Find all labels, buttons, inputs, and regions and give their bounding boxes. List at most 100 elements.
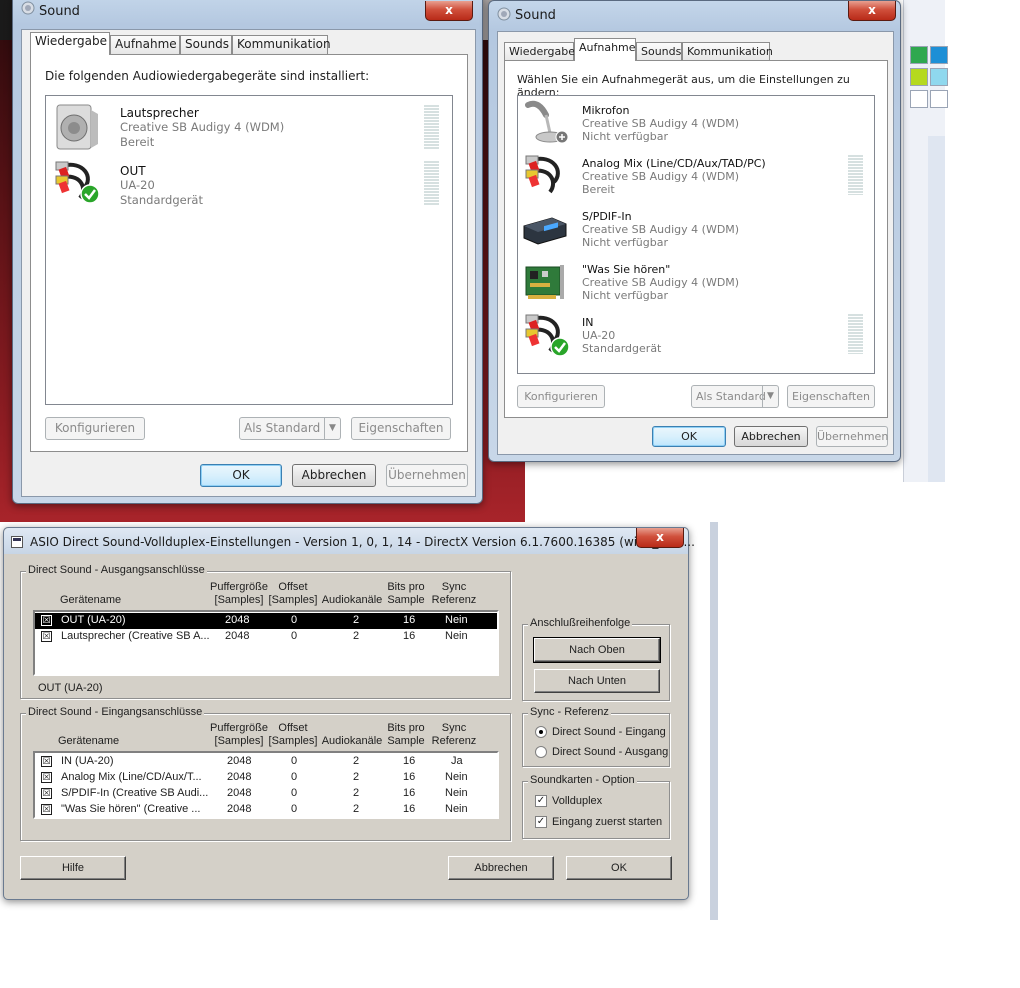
list-item[interactable]: OUT UA-20 Standardgerät [46, 156, 452, 212]
list-item[interactable]: Analog Mix (Line/CD/Aux/TAD/PC) Creative… [518, 149, 874, 202]
tab-aufnahme[interactable]: Aufnahme [574, 38, 636, 61]
dialog-client: Wiedergabe Aufnahme Sounds Kommunikation… [21, 29, 476, 497]
column-header-sync: Sync Referenz [431, 581, 477, 606]
tab-aufnahme[interactable]: Aufnahme [110, 35, 180, 54]
instruction-text: Die folgenden Audiowiedergabegeräte sind… [45, 69, 370, 83]
port-checkbox[interactable]: ☒ [41, 788, 52, 799]
asio-settings-window: ASIO Direct Sound-Vollduplex-Einstellung… [3, 527, 695, 900]
chevron-down-icon[interactable]: ▼ [324, 418, 340, 439]
chevron-down-icon[interactable]: ▼ [762, 386, 778, 407]
table-row[interactable]: ☒ "Was Sie hören" (Creative ... 2048 0 2… [35, 802, 497, 818]
properties-button[interactable]: Eigenschaften [787, 385, 875, 408]
port-channels: 2 [353, 614, 360, 626]
port-offset: 0 [291, 803, 298, 815]
level-meter [424, 105, 439, 150]
device-status: Bereit [120, 135, 155, 149]
port-checkbox[interactable]: ☒ [41, 804, 52, 815]
tab-sounds[interactable]: Sounds [180, 35, 232, 54]
close-icon: x [868, 3, 876, 17]
color-swatch [910, 46, 928, 64]
device-status: Nicht verfügbar [582, 130, 668, 143]
port-checkbox[interactable]: ☒ [41, 631, 52, 642]
list-item[interactable]: "Was Sie hören" Creative SB Audigy 4 (WD… [518, 255, 874, 308]
level-meter [848, 155, 863, 195]
move-down-button[interactable]: Nach Unten [534, 669, 660, 693]
port-buffer: 2048 [225, 630, 250, 642]
list-item[interactable]: S/PDIF-In Creative SB Audigy 4 (WDM) Nic… [518, 202, 874, 255]
background-app-strip [928, 136, 945, 482]
table-row[interactable]: ☒ OUT (UA-20) 2048 0 2 16 Nein [35, 613, 497, 629]
set-default-button[interactable]: Als Standard ▼ [691, 385, 779, 408]
column-header-buffer: Puffergröße [Samples] [210, 581, 268, 606]
tab-kommunikation[interactable]: Kommunikation [232, 35, 331, 54]
port-checkbox[interactable]: ☒ [41, 772, 52, 783]
output-ports-table[interactable]: ☒ OUT (UA-20) 2048 0 2 16 Nein ☒ Lautspr… [33, 610, 499, 676]
port-sync: Nein [445, 803, 468, 815]
device-driver: Creative SB Audigy 4 (WDM) [582, 170, 740, 183]
rca-cable-default-icon [55, 161, 100, 204]
column-header-channels: Audiokanäle [321, 735, 383, 747]
rca-cable-default-icon [525, 314, 570, 357]
close-icon: x [656, 530, 664, 544]
rca-cable-icon [525, 155, 560, 194]
fullduplex-checkbox[interactable]: ✓ [535, 795, 547, 807]
sound-app-icon [21, 1, 35, 15]
list-item[interactable]: IN UA-20 Standardgerät [518, 308, 874, 361]
ok-button[interactable]: OK [200, 464, 282, 487]
input-ports-table[interactable]: ☒ IN (UA-20) 2048 0 2 16 Ja ☒ Analog Mix… [33, 751, 499, 819]
sync-reference-label: Sync - Referenz [528, 706, 611, 718]
close-button[interactable]: x [425, 1, 473, 21]
device-name: IN [582, 316, 594, 329]
playback-device-list[interactable]: Lautsprecher Creative SB Audigy 4 (WDM) … [45, 95, 453, 405]
table-row[interactable]: ☒ Analog Mix (Line/CD/Aux/T... 2048 0 2 … [35, 770, 497, 786]
tab-wiedergabe[interactable]: Wiedergabe [30, 32, 110, 55]
set-default-button[interactable]: Als Standard ▼ [239, 417, 341, 440]
level-meter [424, 161, 439, 206]
cancel-button[interactable]: Abbrechen [734, 426, 808, 447]
configure-button[interactable]: Konfigurieren [45, 417, 145, 440]
dialog-client: Wiedergabe Aufnahme Sounds Kommunikation… [497, 31, 894, 455]
output-group-label: Direct Sound - Ausgangsanschlüsse [26, 564, 207, 576]
move-up-button[interactable]: Nach Oben [533, 637, 661, 663]
port-buffer: 2048 [227, 771, 252, 783]
column-header-device: Gerätename [58, 735, 120, 747]
soundcard-option-label: Soundkarten - Option [528, 774, 637, 786]
tab-kommunikation[interactable]: Kommunikation [682, 42, 773, 61]
port-bits: 16 [403, 803, 416, 815]
device-name: S/PDIF-In [582, 210, 632, 223]
list-item[interactable]: Mikrofon Creative SB Audigy 4 (WDM) Nich… [518, 96, 874, 149]
port-buffer: 2048 [227, 787, 252, 799]
apply-button[interactable]: Übernehmen [816, 426, 888, 447]
column-header-offset: Offset [Samples] [268, 722, 318, 747]
properties-button[interactable]: Eigenschaften [351, 417, 451, 440]
column-header-device: Gerätename [60, 594, 122, 606]
close-button[interactable]: x [636, 528, 684, 548]
tab-wiedergabe[interactable]: Wiedergabe [504, 42, 575, 61]
port-checkbox[interactable]: ☒ [41, 615, 52, 626]
background-app-edge [710, 522, 718, 920]
speaker-icon [56, 104, 98, 150]
port-offset: 0 [291, 630, 298, 642]
tab-sounds[interactable]: Sounds [636, 42, 682, 61]
recording-device-list[interactable]: Mikrofon Creative SB Audigy 4 (WDM) Nich… [517, 95, 875, 374]
column-header-buffer: Puffergröße [Samples] [210, 722, 268, 747]
port-checkbox[interactable]: ☒ [41, 756, 52, 767]
soundcard-option-group [522, 781, 670, 839]
apply-button[interactable]: Übernehmen [386, 464, 468, 487]
sync-output-radio[interactable] [535, 746, 547, 758]
list-item[interactable]: Lautsprecher Creative SB Audigy 4 (WDM) … [46, 96, 452, 156]
table-row[interactable]: ☒ Lautsprecher (Creative SB A... 2048 0 … [35, 629, 497, 645]
table-row[interactable]: ☒ S/PDIF-In (Creative SB Audi... 2048 0 … [35, 786, 497, 802]
table-row[interactable]: ☒ IN (UA-20) 2048 0 2 16 Ja [35, 754, 497, 770]
ok-button[interactable]: OK [566, 856, 672, 880]
sync-input-radio[interactable] [535, 726, 547, 738]
cancel-button[interactable]: Abbrechen [292, 464, 376, 487]
configure-button[interactable]: Konfigurieren [517, 385, 605, 408]
close-button[interactable]: x [848, 1, 896, 21]
start-input-first-checkbox[interactable]: ✓ [535, 816, 547, 828]
port-bits: 16 [403, 755, 416, 767]
port-offset: 0 [291, 755, 298, 767]
ok-button[interactable]: OK [652, 426, 726, 447]
help-button[interactable]: Hilfe [20, 856, 126, 880]
cancel-button[interactable]: Abbrechen [448, 856, 554, 880]
